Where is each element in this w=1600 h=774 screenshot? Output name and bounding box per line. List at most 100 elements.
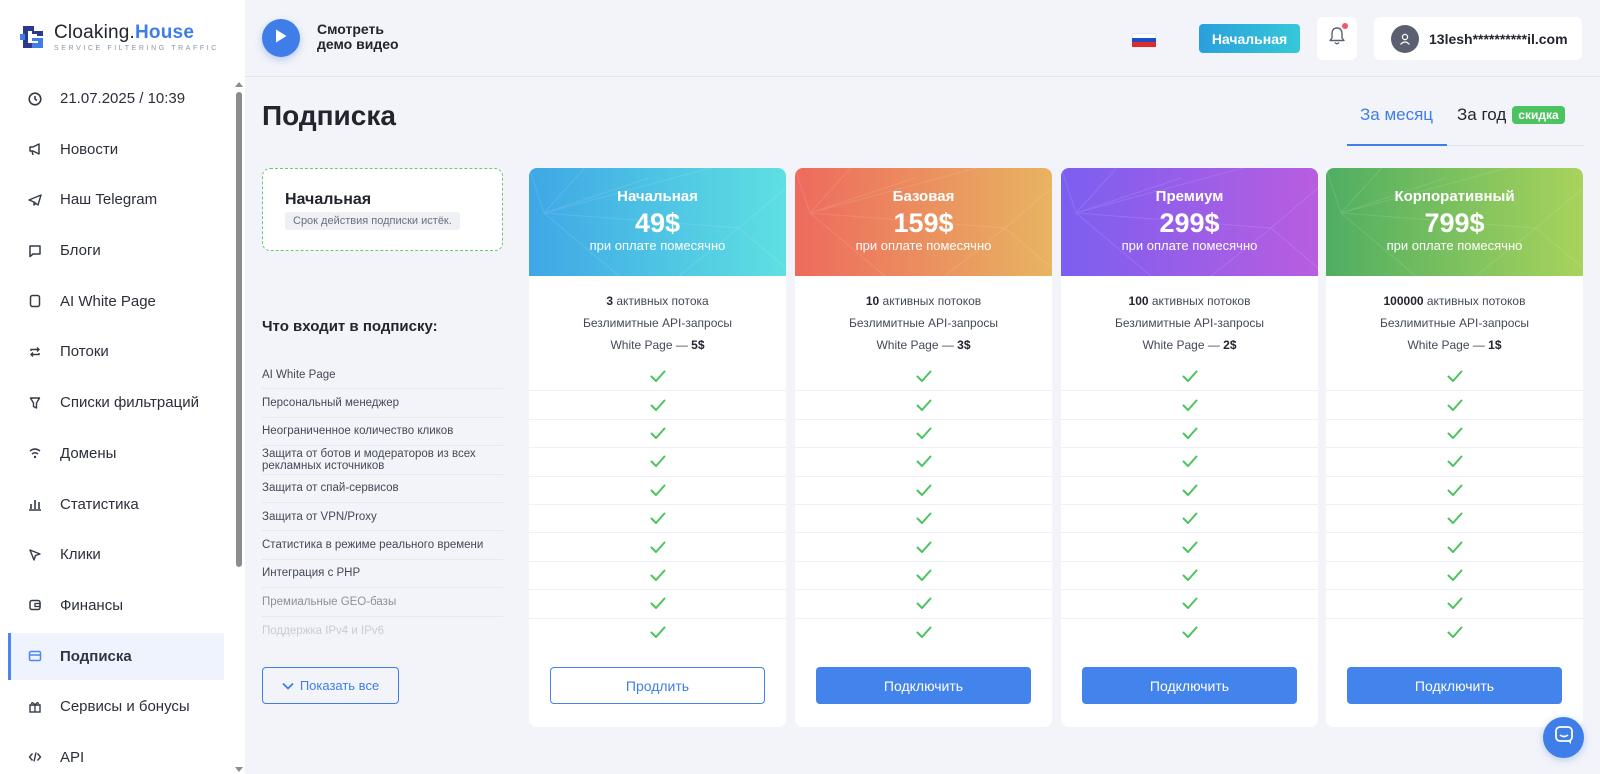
plan-card-starter: Начальная 49$ при оплате помесячно 3 активн…: [529, 168, 786, 727]
check-row: [1061, 590, 1318, 619]
sidebar-nav: 21.07.2025 / 10:39 Новости Наш Telegram …: [8, 75, 224, 774]
chat-icon: [1554, 725, 1574, 750]
plan-card-basic: Базовая 159$ при оплате помесячно 10 активн…: [795, 168, 1052, 727]
check-icon: [1447, 597, 1463, 610]
check-row: [1061, 533, 1318, 562]
plan-feature-checks: [529, 363, 786, 647]
plan-period: при оплате помесячно: [589, 238, 726, 253]
check-icon: [916, 399, 932, 412]
check-row: [1061, 448, 1318, 477]
check-row: [529, 562, 786, 591]
subscribe-button[interactable]: Подключить: [1347, 667, 1562, 704]
check-icon: [916, 541, 932, 554]
features-title: Что входит в подписку:: [262, 318, 438, 335]
notifications-button[interactable]: [1317, 17, 1357, 60]
renew-button[interactable]: Продлить: [550, 667, 765, 704]
sidebar-item-streams[interactable]: Потоки: [8, 328, 224, 375]
sidebar-item-label: API: [60, 748, 85, 766]
check-row: [795, 562, 1052, 591]
check-row: [529, 590, 786, 619]
sidebar-item-telegram[interactable]: Наш Telegram: [8, 176, 224, 223]
sidebar-item-subscription[interactable]: Подписка: [8, 632, 224, 680]
check-row: [529, 391, 786, 420]
check-icon: [1447, 399, 1463, 412]
sidebar-item-api[interactable]: API: [8, 734, 224, 774]
subscribe-button[interactable]: Подключить: [816, 667, 1031, 704]
check-row: [795, 505, 1052, 534]
current-plan-badge[interactable]: Начальная: [1199, 24, 1300, 53]
repeat-icon: [28, 345, 42, 359]
top-header: Смотреть демо видео Начальная 13lesh****…: [245, 0, 1600, 77]
check-row: [529, 505, 786, 534]
tab-year[interactable]: За год скидка: [1457, 105, 1565, 125]
sidebar-item-finance[interactable]: Финансы: [8, 582, 224, 629]
check-icon: [650, 484, 666, 497]
plan-info: 10 активных потоков Безлимитные API-запро…: [795, 276, 1052, 363]
sidebar-item-label: 21.07.2025 / 10:39: [60, 90, 186, 107]
page-title: Подписка: [262, 100, 396, 131]
plan-period: при оплате помесячно: [1386, 238, 1523, 253]
check-icon: [1447, 541, 1463, 554]
check-icon: [916, 484, 932, 497]
plan-white-page-price: White Page — 1$: [1407, 338, 1502, 352]
check-icon: [1182, 569, 1198, 582]
check-icon: [1182, 541, 1198, 554]
chevron-down-icon: [282, 682, 294, 690]
sidebar-item-clicks[interactable]: Клики: [8, 531, 224, 578]
show-all-button[interactable]: Показать все: [262, 667, 399, 704]
plan-streams: 3 активных потока: [606, 294, 709, 308]
user-menu-button[interactable]: 13lesh**********il.com: [1374, 17, 1582, 60]
play-demo-button[interactable]: [262, 19, 300, 57]
sidebar-scrollbar[interactable]: [235, 82, 243, 772]
active-tab-indicator: [1347, 144, 1447, 146]
sidebar-item-statistics[interactable]: Статистика: [8, 481, 224, 528]
sidebar: Cloaking.House SERVICE FILTERING TRAFFIC…: [0, 0, 245, 774]
check-icon: [1447, 370, 1463, 383]
support-chat-button[interactable]: [1543, 717, 1584, 758]
scroll-down-arrow-icon[interactable]: [235, 767, 243, 772]
logo-icon: [20, 22, 46, 52]
plan-price: 159$: [893, 208, 954, 238]
bell-icon: [1328, 26, 1346, 51]
check-row: [529, 420, 786, 449]
russian-flag-icon[interactable]: [1132, 33, 1156, 48]
check-icon: [1182, 427, 1198, 440]
sidebar-item-filter-lists[interactable]: Списки фильтраций: [8, 379, 224, 426]
plan-header: Базовая 159$ при оплате помесячно: [795, 168, 1052, 276]
plan-name: Премиум: [1155, 188, 1224, 205]
plan-header: Начальная 49$ при оплате помесячно: [529, 168, 786, 276]
plan-info: 100000 активных потоков Безлимитные API-з…: [1326, 276, 1583, 363]
feature-row: Защита от ботов и модераторов из всех ре…: [262, 446, 503, 475]
sidebar-item-blogs[interactable]: Блоги: [8, 227, 224, 274]
sidebar-item-services[interactable]: Сервисы и бонусы: [8, 683, 224, 730]
check-row: [1061, 505, 1318, 534]
tab-month[interactable]: За месяц: [1360, 105, 1433, 125]
chat-bubble-icon: [28, 244, 42, 258]
sidebar-item-label: Финансы: [60, 596, 123, 614]
sidebar-item-news[interactable]: Новости: [8, 126, 224, 173]
scroll-up-arrow-icon[interactable]: [235, 82, 243, 87]
scroll-thumb[interactable]: [236, 92, 242, 567]
plan-price: 799$: [1424, 208, 1485, 238]
plan-price: 49$: [634, 208, 681, 238]
check-icon: [1182, 455, 1198, 468]
sidebar-item-label: Домены: [60, 444, 117, 462]
demo-video-link[interactable]: Смотреть демо видео: [317, 22, 399, 52]
sidebar-item-ai-white-page[interactable]: AI White Page: [8, 278, 224, 325]
plan-white-page-price: White Page — 5$: [610, 338, 705, 352]
check-row: [1326, 590, 1583, 619]
brand-logo[interactable]: Cloaking.House SERVICE FILTERING TRAFFIC: [20, 22, 219, 52]
plan-card-premium: Премиум 299$ при оплате помесячно 100 актив…: [1061, 168, 1318, 727]
check-row: [529, 448, 786, 477]
plan-white-page-price: White Page — 2$: [1142, 338, 1237, 352]
plan-api: Безлимитные API-запросы: [1379, 316, 1530, 330]
check-row: [1326, 391, 1583, 420]
wifi-icon: [28, 446, 42, 460]
sidebar-item-domains[interactable]: Домены: [8, 430, 224, 477]
plan-card-corporate: Корпоративный 799$ при оплате помесячно 100…: [1326, 168, 1583, 727]
subscribe-button[interactable]: Подключить: [1082, 667, 1297, 704]
check-icon: [1182, 512, 1198, 525]
sidebar-item-label: Списки фильтраций: [60, 394, 199, 412]
user-email: 13lesh**********il.com: [1429, 30, 1568, 47]
sidebar-item-label: Наш Telegram: [60, 191, 158, 209]
